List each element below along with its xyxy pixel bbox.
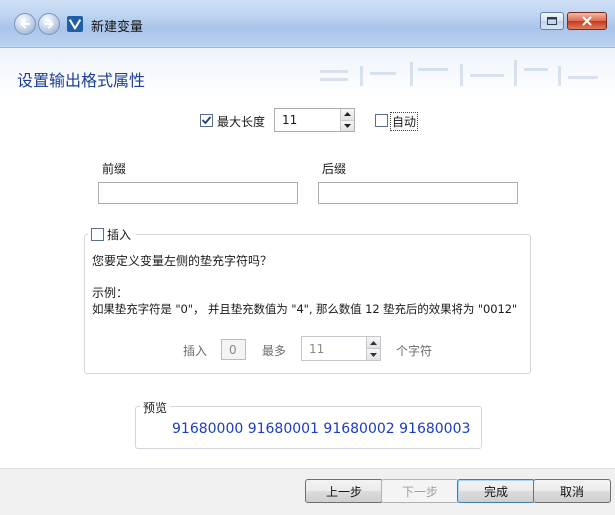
preview-label: 预览 [140,399,171,416]
example-text: 如果垫充字符是 "0"， 并且垫充数值为 "4", 那么数值 12 垫充后的效果… [92,302,518,316]
spin-down-button[interactable] [341,119,354,131]
max-length-label: 最大长度 [217,115,266,129]
maximize-button[interactable] [540,12,564,30]
window-title: 新建变量 [91,20,144,35]
most-spinner[interactable]: 11 [301,336,381,361]
next-button[interactable]: 下一步 [381,479,459,503]
insert-question: 您要定义变量左侧的垫充字符吗？ [92,254,273,268]
most-spin-up-button[interactable] [367,337,380,348]
forward-nav-button[interactable] [38,13,60,35]
back-button[interactable]: 上一步 [305,479,383,503]
maximize-icon [547,17,557,25]
page-title: 设置输出格式属性 [17,71,146,90]
insert-char-label: 插入 [183,344,208,358]
arrow-right-icon [44,19,54,29]
insert-checkbox[interactable] [91,228,104,241]
close-button[interactable] [567,12,607,30]
most-value: 11 [309,341,325,356]
prefix-input[interactable] [98,182,298,204]
checkmark-icon [202,116,211,124]
most-label: 最多 [262,344,287,358]
prefix-label: 前缀 [102,162,127,176]
most-spin-down-button[interactable] [367,348,380,360]
arrow-left-icon [20,19,30,29]
chars-label: 个字符 [396,344,433,358]
insert-char-value: 0 [229,343,237,357]
insert-char-input[interactable]: 0 [221,339,246,360]
triangle-up-icon [370,340,377,345]
finish-button[interactable]: 完成 [457,479,535,503]
max-length-checkbox[interactable] [200,114,213,127]
max-length-value: 11 [282,113,298,127]
auto-label: 自动 [390,112,419,131]
close-icon [582,16,592,26]
max-length-spinner[interactable]: 11 [274,108,355,132]
example-title: 示例： [92,286,129,300]
back-nav-button[interactable] [14,13,36,35]
triangle-down-icon [370,352,377,357]
triangle-down-icon [344,123,351,128]
cancel-button[interactable]: 取消 [533,479,611,503]
triangle-up-icon [344,112,351,117]
suffix-input[interactable] [318,182,518,204]
preview-text: 91680000 91680001 91680002 91680003 [172,421,471,437]
auto-checkbox[interactable] [375,114,388,127]
header-decoration [300,48,615,88]
suffix-label: 后缀 [322,162,347,176]
insert-checkbox-label: 插入 [107,228,132,242]
app-logo-icon [67,16,83,32]
spin-up-button[interactable] [341,109,354,120]
